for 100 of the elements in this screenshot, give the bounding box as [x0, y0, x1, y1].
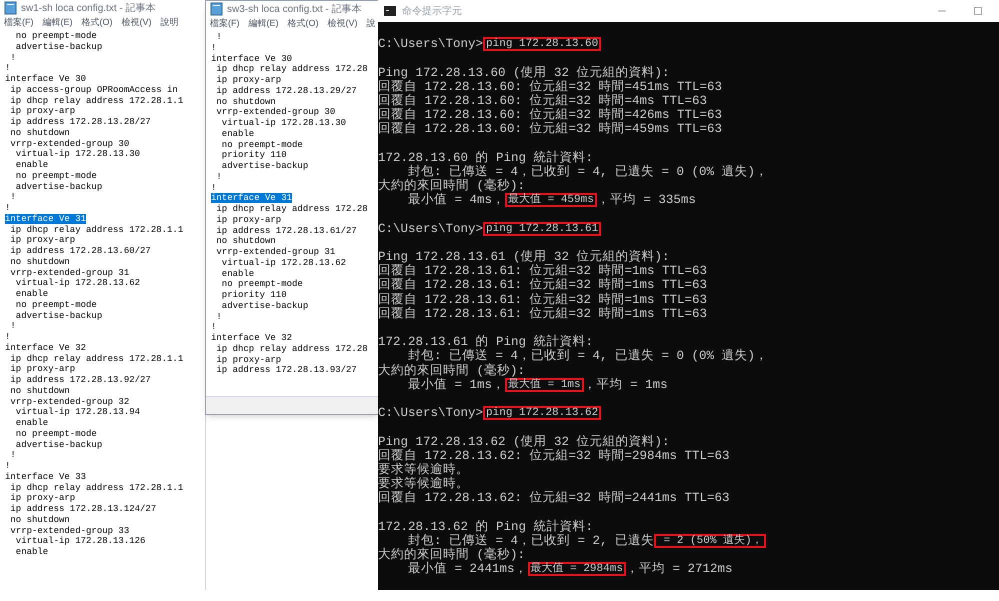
- config-line: ip address 172.28.13.61/27: [215, 226, 357, 236]
- config-line: interface Ve 30: [5, 74, 86, 84]
- menu-item[interactable]: 檢視(V): [328, 17, 358, 31]
- console-text: 封包: 已傳送 = 4，已收到 = 4, 已遺失 = 0 (0% 遺失)，: [407, 164, 768, 179]
- config-line: ip address 172.28.13.92/27: [9, 375, 151, 385]
- console-text: 要求等候逾時。: [378, 462, 469, 477]
- config-line: virtual-ip 172.28.13.30: [14, 149, 140, 160]
- console-text: 172.28.13.60 的 Ping 統計資料:: [378, 150, 594, 165]
- console-text: 172.28.13.61 的 Ping 統計資料:: [378, 335, 594, 350]
- menu-item[interactable]: 檔案(F): [210, 17, 240, 31]
- console-text: 回覆自 172.28.13.60: 位元組=32 時間=459ms TTL=63: [378, 122, 722, 137]
- config-line: ip proxy-arp: [9, 106, 76, 116]
- config-line: enable: [220, 268, 254, 278]
- highlighted-text: 最大值 = 459ms: [505, 193, 597, 208]
- config-line: !: [5, 461, 10, 471]
- menu-item[interactable]: 檢視(V): [122, 16, 152, 30]
- menu-item[interactable]: 編輯(E): [248, 17, 278, 31]
- console-text: 回覆自 172.28.13.60: 位元組=32 時間=451ms TTL=63: [378, 80, 722, 94]
- config-line: advertise-backup: [14, 310, 102, 320]
- menu-item[interactable]: 檔案(F): [4, 16, 34, 30]
- config-line: !: [211, 182, 216, 192]
- highlighted-text: ping 172.28.13.60: [483, 37, 602, 52]
- menu-item[interactable]: 格式(O): [288, 17, 318, 31]
- config-line: vrrp-extended-group 31: [215, 247, 336, 257]
- console-text: ，平均 = 1ms: [584, 378, 668, 392]
- config-line: no preempt-mode: [220, 279, 303, 290]
- config-line: advertise-backup: [220, 300, 308, 311]
- config-line: vrrp-extended-group 32: [9, 396, 130, 406]
- config-line: ip proxy-arp: [9, 364, 76, 374]
- highlighted-text: 最大值 = 1ms: [505, 378, 584, 392]
- config-line: ip address 172.28.13.29/27: [215, 86, 357, 96]
- console-text: 最小值 = 1ms，: [407, 378, 506, 392]
- menu-item[interactable]: 說明: [160, 16, 178, 30]
- config-line: !: [9, 321, 16, 332]
- config-line: ip dhcp relay address 172.28.1.1: [9, 224, 184, 234]
- config-line: enable: [14, 289, 48, 299]
- config-line: ip address 172.28.13.28/27: [9, 117, 151, 127]
- config-line: ip dhcp relay address 172.28: [215, 344, 368, 354]
- config-line: !: [215, 312, 222, 322]
- config-line: enable: [14, 547, 48, 557]
- console-text: 大約的來回時間 (毫秒):: [378, 548, 526, 562]
- config-line: !: [215, 32, 222, 42]
- console-text: 最小值 = 2441ms，: [407, 562, 528, 576]
- console-text: 回覆自 172.28.13.62: 位元組=32 時間=2984ms TTL=63: [378, 448, 730, 463]
- config-line: ip dhcp relay address 172.28: [215, 204, 368, 214]
- config-line: vrrp-extended-group 33: [9, 526, 130, 536]
- console-text: 大約的來回時間 (毫秒):: [378, 364, 526, 378]
- maximize-icon: [973, 6, 983, 16]
- console-text: 回覆自 172.28.13.60: 位元組=32 時間=4ms TTL=63: [378, 94, 708, 108]
- config-line: ip address 172.28.13.93/27: [215, 365, 357, 376]
- config-line: no preempt-mode: [14, 31, 97, 41]
- config-line: no preempt-mode: [14, 428, 97, 439]
- config-line: interface Ve 30: [211, 54, 292, 64]
- menu-item[interactable]: 格式(O): [82, 16, 112, 30]
- config-line: advertise-backup: [14, 182, 102, 192]
- console-text: 最小值 = 4ms，: [407, 193, 506, 208]
- config-line: !: [5, 203, 10, 213]
- console-text: C:\Users\Tony>: [378, 406, 484, 420]
- config-line: ip proxy-arp: [9, 235, 76, 246]
- console-text: 回覆自 172.28.13.60: 位元組=32 時間=426ms TTL=63: [378, 108, 722, 122]
- console-text: 要求等候逾時。: [378, 477, 469, 492]
- config-line: no shutdown: [215, 96, 276, 106]
- config-line: no preempt-mode: [220, 140, 303, 150]
- console-text: Ping 172.28.13.60 (使用 32 位元組的資料):: [378, 66, 670, 80]
- config-line: priority 110: [220, 150, 287, 160]
- config-line: ip proxy-arp: [215, 75, 282, 85]
- config-line: ip dhcp relay address 172.28.1.1: [9, 96, 184, 106]
- notepad-icon: [210, 2, 223, 16]
- config-line: vrrp-extended-group 30: [215, 107, 336, 118]
- window-title: 命令提示字元: [402, 4, 462, 18]
- config-line: ip address 172.28.13.60/27: [9, 246, 151, 256]
- highlighted-text: = 2 (50% 遺失)，: [654, 534, 766, 548]
- window-title: sw3-sh loca config.txt - 記事本: [227, 2, 362, 16]
- console-text: 回覆自 172.28.13.61: 位元組=32 時間=1ms TTL=63: [378, 292, 708, 307]
- console-text: ，平均 = 335ms: [596, 193, 696, 208]
- console-text: Ping 172.28.13.62 (使用 32 位元組的資料):: [378, 434, 670, 449]
- config-line: priority 110: [220, 290, 287, 300]
- config-line: interface Ve 32: [211, 333, 292, 343]
- config-line: interface Ve 33: [5, 472, 86, 482]
- menu-item[interactable]: 說: [366, 17, 376, 31]
- config-line: virtual-ip 172.28.13.126: [14, 536, 146, 546]
- config-line: ip proxy-arp: [215, 354, 282, 364]
- config-line: enable: [220, 128, 254, 139]
- config-line: !: [211, 42, 216, 53]
- window-title: sw1-sh loca config.txt - 記事本: [21, 2, 156, 16]
- config-line: !: [5, 332, 10, 342]
- console-text: C:\Users\Tony>: [378, 37, 484, 52]
- config-line: no preempt-mode: [14, 300, 97, 310]
- highlighted-text: 最大值 = 2984ms: [528, 562, 626, 576]
- console-text: C:\Users\Tony>: [378, 222, 484, 236]
- config-line: no shutdown: [9, 386, 70, 396]
- config-line: virtual-ip 172.28.13.94: [14, 407, 140, 418]
- console-text: 回覆自 172.28.13.62: 位元組=32 時間=2441ms TTL=63: [378, 491, 730, 506]
- notepad-icon: [4, 1, 17, 15]
- console-text: 大約的來回時間 (毫秒):: [378, 179, 526, 194]
- menu-item[interactable]: 編輯(E): [42, 16, 72, 30]
- highlighted-text: ping 172.28.13.61: [483, 222, 602, 236]
- config-line: !: [211, 322, 216, 332]
- config-line: vrrp-extended-group 31: [9, 268, 130, 278]
- config-line: no shutdown: [215, 236, 276, 246]
